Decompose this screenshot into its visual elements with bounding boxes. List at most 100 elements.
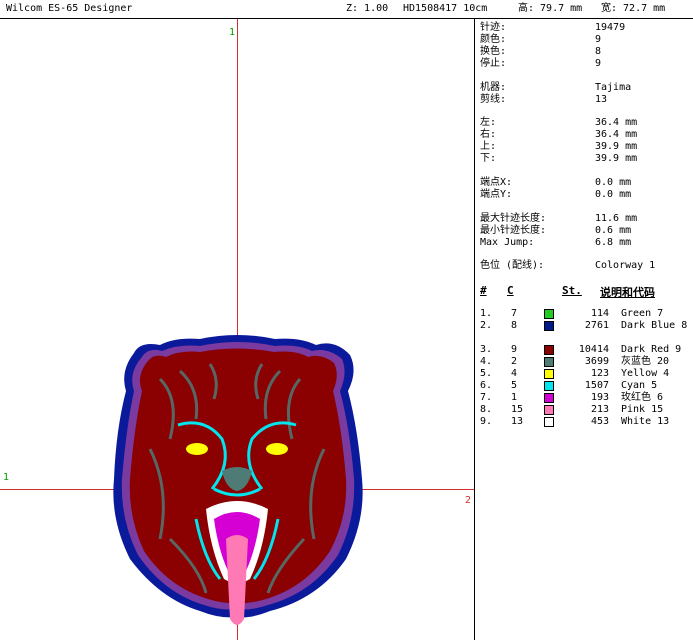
endx-value: 0.0 mm: [595, 177, 632, 188]
color-swatch[interactable]: [544, 405, 554, 415]
app-title: Wilcom ES-65 Designer: [6, 3, 133, 14]
color-row-code: 4: [511, 368, 518, 379]
trims-label: 剪线:: [480, 94, 507, 105]
color-row-code: 15: [511, 404, 524, 415]
zoom-readout: Z: 1.00: [346, 3, 389, 14]
colors-label: 颜色:: [480, 34, 507, 45]
right-value: 36.4 mm: [595, 129, 638, 140]
color-row-description: 灰蓝色 20: [621, 356, 670, 367]
color-row-number: 3.: [480, 344, 493, 355]
left-value: 36.4 mm: [595, 117, 638, 128]
maxjump-label: Max Jump:: [480, 237, 535, 248]
changes-value: 8: [595, 46, 602, 57]
color-row[interactable]: 9. 13 453 White 13: [480, 416, 693, 428]
up-label: 上:: [480, 141, 497, 152]
stops-label: 停止:: [480, 58, 507, 69]
color-swatch[interactable]: [544, 357, 554, 367]
left-eye: [186, 443, 208, 455]
color-row[interactable]: 4. 2 3699 灰蓝色 20: [480, 356, 693, 368]
minlen-label: 最小针迹长度:: [480, 225, 547, 236]
colorway-value: Colorway 1: [595, 260, 656, 271]
stitches-value: 19479: [595, 22, 626, 33]
color-swatch[interactable]: [544, 345, 554, 355]
color-row-stitches: 453: [590, 416, 609, 427]
color-row[interactable]: 1. 7 114 Green 7: [480, 308, 693, 320]
color-row-description: Yellow 4: [621, 368, 670, 379]
minlen-value: 0.6 mm: [595, 225, 632, 236]
endx-label: 端点X:: [480, 177, 513, 188]
title-bar: Wilcom ES-65 Designer Z: 1.00 HD1508417 …: [0, 0, 693, 19]
color-swatch[interactable]: [544, 309, 554, 319]
up-value: 39.9 mm: [595, 141, 638, 152]
color-row-number: 6.: [480, 380, 493, 391]
color-swatch[interactable]: [544, 393, 554, 403]
stitches-label: 针迹:: [480, 22, 507, 33]
color-row[interactable]: 7. 1 193 玫红色 6: [480, 392, 693, 404]
color-row-number: 8.: [480, 404, 493, 415]
right-eye: [266, 443, 288, 455]
down-label: 下:: [480, 153, 497, 164]
maxjump-value: 6.8 mm: [595, 237, 632, 248]
color-row-description: White 13: [621, 416, 670, 427]
color-row-code: 9: [511, 344, 518, 355]
design-name: HD1508417 10cm: [403, 3, 488, 14]
color-row-number: 5.: [480, 368, 493, 379]
color-row-code: 13: [511, 416, 524, 427]
maxlen-label: 最大针迹长度:: [480, 213, 547, 224]
color-row-code: 8: [511, 320, 518, 331]
changes-label: 换色:: [480, 46, 507, 57]
color-row[interactable]: 6. 5 1507 Cyan 5: [480, 380, 693, 392]
colorway-label: 色位 (配线):: [480, 260, 545, 271]
color-row-stitches: 193: [590, 392, 609, 403]
color-row-code: 7: [511, 308, 518, 319]
color-row-stitches: 3699: [584, 356, 609, 367]
col-header-code: C: [507, 284, 514, 297]
color-row-stitches: 213: [590, 404, 609, 415]
color-row-description: Dark Red 9: [621, 344, 682, 355]
color-row-number: 1.: [480, 308, 493, 319]
design-width: 宽: 72.7 mm: [601, 3, 666, 14]
design-height: 高: 79.7 mm: [518, 3, 583, 14]
endy-value: 0.0 mm: [595, 189, 632, 200]
color-row-stitches: 10414: [578, 344, 609, 355]
bear-embroidery-design[interactable]: [0, 19, 474, 640]
color-row-stitches: 114: [590, 308, 609, 319]
trims-value: 13: [595, 94, 608, 105]
color-row-number: 2.: [480, 320, 493, 331]
color-row[interactable]: 8. 15 213 Pink 15: [480, 404, 693, 416]
color-row-stitches: 1507: [584, 380, 609, 391]
color-swatch[interactable]: [544, 321, 554, 331]
maxlen-value: 11.6 mm: [595, 213, 638, 224]
left-label: 左:: [480, 117, 497, 128]
machine-label: 机器:: [480, 82, 507, 93]
color-row-description: Green 7: [621, 308, 664, 319]
down-value: 39.9 mm: [595, 153, 638, 164]
color-row-number: 7.: [480, 392, 493, 403]
design-info-panel: 针迹: 19479 颜色: 9 换色: 8 停止: 9 机器: Tajima 剪线: 13 …: [480, 20, 693, 640]
color-row[interactable]: 2. 8 2761 Dark Blue 8: [480, 320, 693, 332]
color-row-code: 2: [511, 356, 518, 367]
stops-value: 9: [595, 58, 602, 69]
design-canvas[interactable]: 1 1 2: [0, 19, 475, 640]
color-row-stitches: 123: [590, 368, 609, 379]
col-header-description: 说明和代码: [600, 286, 655, 299]
color-row-description: Pink 15: [621, 404, 664, 415]
color-row-description: Dark Blue 8: [621, 320, 688, 331]
col-header-stitches: St.: [562, 284, 582, 297]
color-swatch[interactable]: [544, 417, 554, 427]
color-swatch[interactable]: [544, 381, 554, 391]
colors-value: 9: [595, 34, 602, 45]
color-row-code: 5: [511, 380, 518, 391]
endy-label: 端点Y:: [480, 189, 513, 200]
color-row[interactable]: 5. 4 123 Yellow 4: [480, 368, 693, 380]
color-row-description: 玫红色 6: [621, 392, 664, 403]
color-row[interactable]: 3. 9 10414 Dark Red 9: [480, 344, 693, 356]
machine-value: Tajima: [595, 82, 632, 93]
color-row-code: 1: [511, 392, 518, 403]
col-header-number: #: [480, 284, 487, 297]
color-swatch[interactable]: [544, 369, 554, 379]
right-label: 右:: [480, 129, 497, 140]
color-row-stitches: 2761: [584, 320, 609, 331]
color-row-number: 4.: [480, 356, 493, 367]
color-row-description: Cyan 5: [621, 380, 658, 391]
